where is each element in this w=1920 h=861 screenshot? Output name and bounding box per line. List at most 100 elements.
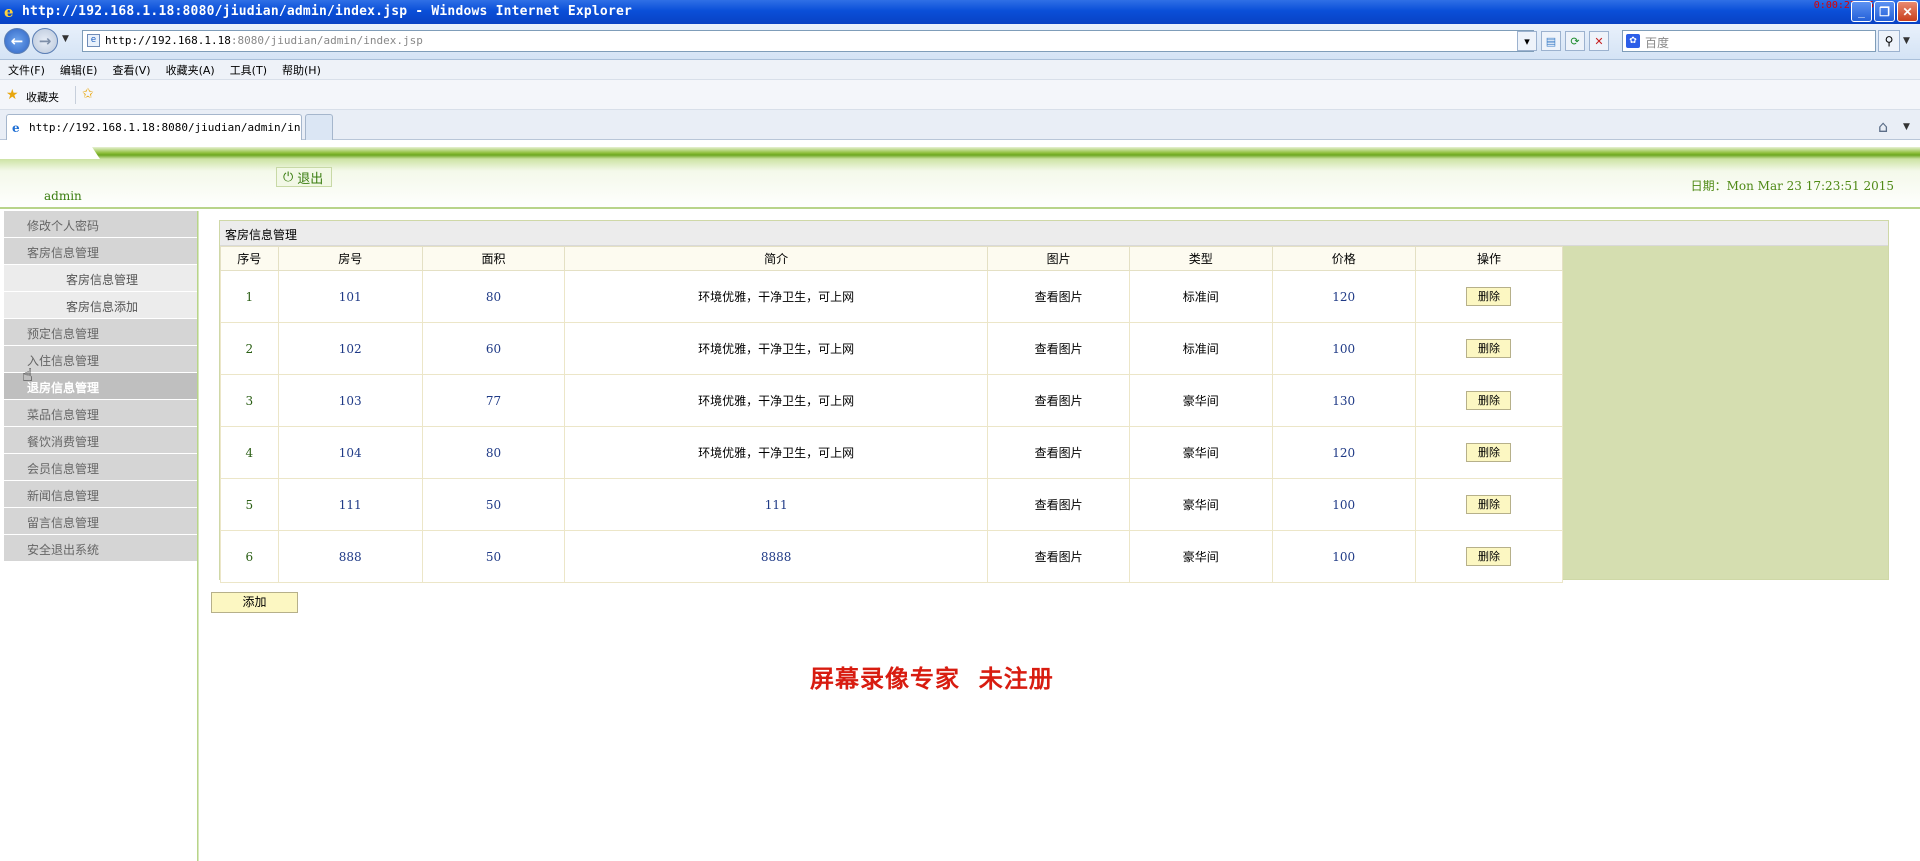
content-frame: 客房信息管理 序号 房号 面积 简介 图片 类型 价格 操作 1 101 80 … xyxy=(198,211,1920,861)
baidu-icon: ✿ xyxy=(1626,34,1640,48)
table-row: 4 104 80 环境优雅，干净卫生，可上网 查看图片 豪华间 120 删除 xyxy=(220,426,1564,479)
sidebar-item-dishes[interactable]: 菜品信息管理 xyxy=(4,400,197,426)
new-tab-button[interactable] xyxy=(305,114,333,140)
cell-index: 3 xyxy=(220,374,279,427)
table-header-row: 序号 房号 面积 简介 图片 类型 价格 操作 xyxy=(220,246,1564,271)
forward-arrow-icon: → xyxy=(38,32,52,50)
view-image-link[interactable]: 查看图片 xyxy=(987,322,1130,375)
col-header-index: 序号 xyxy=(220,246,279,271)
cell-action: 删除 xyxy=(1414,270,1564,323)
home-icon[interactable]: ⌂ xyxy=(1878,117,1888,136)
delete-button[interactable]: 删除 xyxy=(1466,339,1512,358)
favorites-button[interactable]: 收藏夹 xyxy=(26,89,59,105)
cell-intro: 环境优雅，干净卫生，可上网 xyxy=(564,374,989,427)
ie-logo-icon: e xyxy=(4,3,14,21)
delete-button[interactable]: 删除 xyxy=(1466,287,1512,306)
cell-type: 豪华间 xyxy=(1128,478,1273,531)
header-banner: ⏻ 退出 admin 日期：Mon Mar 23 17:23:51 2015 xyxy=(0,141,1920,209)
cell-price: 100 xyxy=(1271,478,1416,531)
sidebar-item-logout[interactable]: 安全退出系统 xyxy=(4,535,197,561)
url-input[interactable]: e http://192.168.1.18:8080/jiudian/admin… xyxy=(82,30,1534,52)
forward-button[interactable]: → xyxy=(32,28,58,54)
sidebar-item-messages[interactable]: 留言信息管理 xyxy=(4,508,197,534)
tab-current[interactable]: e http://192.168.1.18:8080/jiudian/admin… xyxy=(6,114,302,140)
cell-index: 1 xyxy=(220,270,279,323)
cell-type: 豪华间 xyxy=(1128,374,1273,427)
sidebar-subitem-room-add[interactable]: 客房信息添加 xyxy=(4,292,197,318)
view-image-link[interactable]: 查看图片 xyxy=(987,426,1130,479)
sidebar: 修改个人密码 客房信息管理 客房信息管理 客房信息添加 预定信息管理 入住信息管… xyxy=(4,211,198,861)
cell-area: 77 xyxy=(421,374,566,427)
sidebar-item-reservation[interactable]: 预定信息管理 xyxy=(4,319,197,345)
menu-file[interactable]: 文件(F) xyxy=(8,62,45,78)
recent-pages-chevron-icon[interactable]: ▼ xyxy=(62,34,69,44)
favorites-star-icon[interactable]: ★ xyxy=(6,87,19,103)
search-placeholder: 百度 xyxy=(1645,36,1670,50)
delete-button[interactable]: 删除 xyxy=(1466,391,1512,410)
panel-title: 客房信息管理 xyxy=(220,221,1888,246)
recorder-watermark: 屏幕录像专家 未注册 xyxy=(810,664,1054,693)
sidebar-item-change-password[interactable]: 修改个人密码 xyxy=(4,211,197,237)
menu-favorites[interactable]: 收藏夹(A) xyxy=(166,62,215,78)
sidebar-item-room-management[interactable]: 客房信息管理 xyxy=(4,238,197,264)
table-row: 6 888 50 8888 查看图片 豪华间 100 删除 xyxy=(220,530,1564,583)
search-options-chevron-icon[interactable]: ▼ xyxy=(1903,36,1910,46)
current-date: 日期：Mon Mar 23 17:23:51 2015 xyxy=(1690,179,1894,193)
table-row: 2 102 60 环境优雅，干净卫生，可上网 查看图片 标准间 100 删除 xyxy=(220,322,1564,375)
compatibility-view-button[interactable]: ▤ xyxy=(1541,31,1561,51)
sidebar-item-dining[interactable]: 餐饮消费管理 xyxy=(4,427,197,453)
cell-room-no: 888 xyxy=(277,530,423,583)
back-button[interactable]: ← xyxy=(4,28,30,54)
sidebar-item-news[interactable]: 新闻信息管理 xyxy=(4,481,197,507)
cell-index: 2 xyxy=(220,322,279,375)
cell-price: 120 xyxy=(1271,270,1416,323)
cell-index: 6 xyxy=(220,530,279,583)
stop-button[interactable]: ✕ xyxy=(1589,31,1609,51)
menu-help[interactable]: 帮助(H) xyxy=(282,62,321,78)
cell-room-no: 104 xyxy=(277,426,423,479)
view-image-link[interactable]: 查看图片 xyxy=(987,374,1130,427)
logout-label: 退出 xyxy=(297,171,324,187)
col-header-room-no: 房号 xyxy=(277,246,423,271)
close-button[interactable]: ✕ xyxy=(1897,1,1918,22)
delete-button[interactable]: 删除 xyxy=(1466,443,1512,462)
delete-button[interactable]: 删除 xyxy=(1466,547,1512,566)
hand-cursor-icon: ☝ xyxy=(22,365,33,386)
add-favorite-icon[interactable]: ✩ xyxy=(82,86,94,102)
menu-bar: 文件(F) 编辑(E) 查看(V) 收藏夹(A) 工具(T) 帮助(H) xyxy=(0,60,1920,80)
web-page: ⏻ 退出 admin 日期：Mon Mar 23 17:23:51 2015 修… xyxy=(0,141,1920,861)
view-image-link[interactable]: 查看图片 xyxy=(987,478,1130,531)
view-image-link[interactable]: 查看图片 xyxy=(987,270,1130,323)
tab-bar: e http://192.168.1.18:8080/jiudian/admin… xyxy=(0,110,1920,140)
cell-index: 4 xyxy=(220,426,279,479)
url-dropdown-button[interactable]: ▾ xyxy=(1517,31,1537,51)
cell-intro: 111 xyxy=(564,478,989,531)
cell-price: 100 xyxy=(1271,530,1416,583)
compat-icon: ▤ xyxy=(1545,34,1557,48)
table-row: 1 101 80 环境优雅，干净卫生，可上网 查看图片 标准间 120 删除 xyxy=(220,270,1564,323)
delete-button[interactable]: 删除 xyxy=(1466,495,1512,514)
logout-button[interactable]: ⏻ 退出 xyxy=(276,167,333,187)
sidebar-item-members[interactable]: 会员信息管理 xyxy=(4,454,197,480)
col-header-image: 图片 xyxy=(987,246,1130,271)
cell-area: 50 xyxy=(421,478,566,531)
col-header-action: 操作 xyxy=(1414,246,1564,271)
menu-view[interactable]: 查看(V) xyxy=(112,62,150,78)
minimize-button[interactable]: _ xyxy=(1851,1,1872,22)
search-button[interactable]: ⚲ xyxy=(1878,30,1900,52)
refresh-icon: ⟳ xyxy=(1570,34,1580,48)
add-room-button[interactable]: 添加 xyxy=(211,592,298,613)
cell-action: 删除 xyxy=(1414,322,1564,375)
maximize-button[interactable]: ❐ xyxy=(1874,1,1895,22)
menu-edit[interactable]: 编辑(E) xyxy=(60,62,98,78)
refresh-button[interactable]: ⟳ xyxy=(1565,31,1585,51)
sidebar-subitem-room-list[interactable]: 客房信息管理 xyxy=(4,265,197,291)
favorites-bar: ★ 收藏夹 ✩ xyxy=(0,80,1920,110)
col-header-price: 价格 xyxy=(1271,246,1416,271)
cell-intro: 环境优雅，干净卫生，可上网 xyxy=(564,322,989,375)
home-chevron-icon[interactable]: ▼ xyxy=(1903,122,1910,132)
cell-type: 豪华间 xyxy=(1128,530,1273,583)
menu-tools[interactable]: 工具(T) xyxy=(230,62,267,78)
view-image-link[interactable]: 查看图片 xyxy=(987,530,1130,583)
search-input[interactable]: ✿ 百度 xyxy=(1622,30,1876,52)
